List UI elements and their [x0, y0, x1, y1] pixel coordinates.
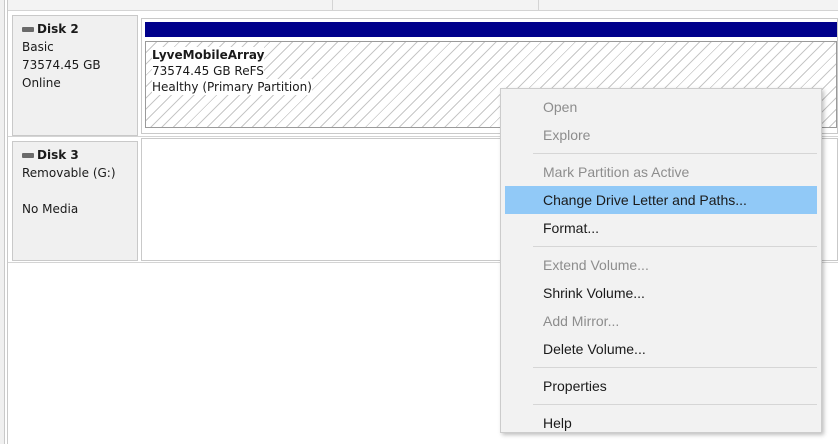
menu-item-explore[interactable]: Explore	[501, 121, 821, 149]
menu-item-help[interactable]: Help	[501, 409, 821, 437]
menu-item-mark-partition-active[interactable]: Mark Partition as Active	[501, 158, 821, 186]
volume-name: LyveMobileArray	[152, 47, 265, 63]
menu-separator	[533, 367, 817, 368]
disk-2-type: Basic	[22, 40, 54, 54]
disk-3-label-panel[interactable]: Disk 3 Removable (G:) No Media	[12, 141, 138, 261]
volume-size-filesystem: 73574.45 GB ReFS	[152, 63, 264, 79]
disk-drive-icon	[22, 152, 34, 158]
menu-item-open[interactable]: Open	[501, 93, 821, 121]
menu-item-shrink-volume[interactable]: Shrink Volume...	[501, 279, 821, 307]
disk-2-title: Disk 2	[22, 20, 137, 38]
disk-3-status: No Media	[22, 202, 79, 216]
disk-3-type: Removable (G:)	[22, 166, 116, 180]
menu-item-delete-volume[interactable]: Delete Volume...	[501, 335, 821, 363]
menu-separator	[533, 404, 817, 405]
window-left-divider	[7, 0, 8, 444]
menu-item-properties[interactable]: Properties	[501, 372, 821, 400]
volume-status: Healthy (Primary Partition)	[152, 79, 312, 95]
disk-3-name: Disk 3	[37, 148, 79, 162]
menu-separator	[533, 153, 817, 154]
menu-item-change-drive-letter[interactable]: Change Drive Letter and Paths...	[505, 186, 817, 214]
volume-header-bar	[145, 22, 837, 37]
top-strip	[8, 0, 838, 11]
disk-drive-icon	[22, 26, 34, 32]
column-separator	[538, 0, 539, 10]
disk-2-status: Online	[22, 76, 61, 90]
disk-3-title: Disk 3	[22, 146, 137, 164]
menu-separator	[533, 246, 817, 247]
disk-2-size: 73574.45 GB	[22, 58, 101, 72]
disk-2-label-panel[interactable]: Disk 2 Basic 73574.45 GB Online	[12, 15, 138, 136]
disk-3-spacer	[22, 182, 137, 200]
menu-item-add-mirror[interactable]: Add Mirror...	[501, 307, 821, 335]
column-separator	[332, 0, 333, 10]
context-menu: Open Explore Mark Partition as Active Ch…	[500, 88, 822, 433]
disk-2-name: Disk 2	[37, 22, 79, 36]
window-left-border	[0, 0, 5, 444]
menu-item-format[interactable]: Format...	[501, 214, 821, 242]
menu-item-extend-volume[interactable]: Extend Volume...	[501, 251, 821, 279]
